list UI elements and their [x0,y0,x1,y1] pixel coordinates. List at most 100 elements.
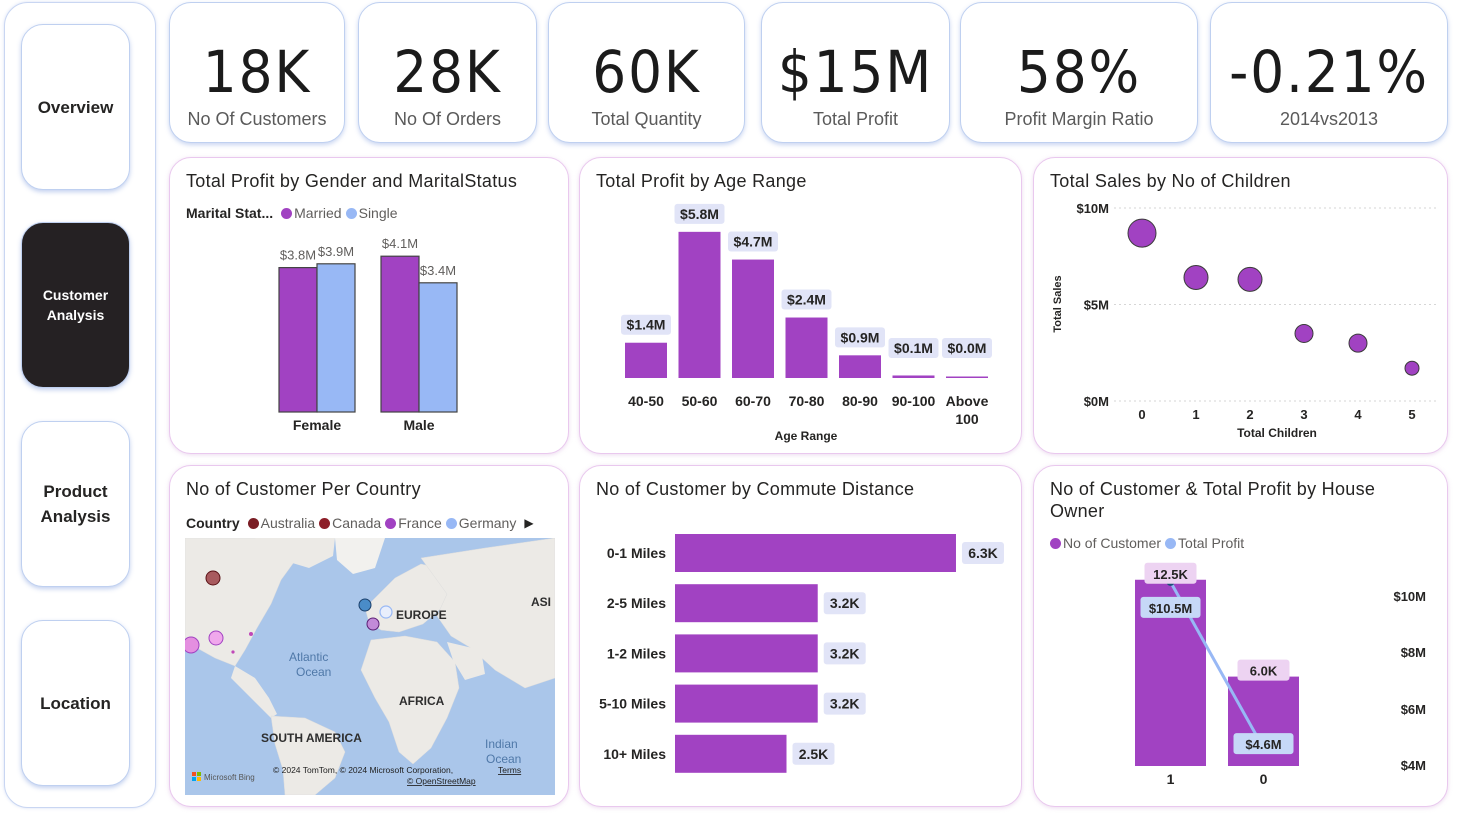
bar-age-3[interactable] [785,317,828,378]
y-tick-label: $0M [1084,394,1109,409]
legend-next-arrow-icon[interactable]: ▶ [524,516,533,530]
map-label-asia: ASI [531,595,551,609]
bar-data-label: $3.8M [280,248,316,263]
bar-data-label: 3.2K [830,595,860,611]
map-label-indian-2: Ocean [486,752,521,766]
kpi-label: Total Quantity [591,109,702,129]
nav-customer-analysis-label: Customer Analysis [42,287,109,323]
house-owner-combo-chart: $10M $8M $6M $4M 1 0 12.5K 6.0K $10.5M $4.6M [1135,562,1426,787]
nav-product-analysis-button[interactable]: Product Analysis [21,421,130,587]
x-tick-label: Female [293,417,341,433]
map-label-africa: AFRICA [399,694,445,708]
kpi-label: Profit Margin Ratio [1004,109,1154,129]
sales-by-children-card: Total Sales by No of Children $0M $5M $10M… [1033,157,1448,454]
customers-per-country-card: No of Customer Per Country Country Austr… [169,465,569,807]
bar-age-5[interactable] [892,375,935,378]
map-point-us-3 [231,650,235,654]
bar-data-label: $3.4M [420,263,456,278]
bar-commute-4[interactable] [675,734,787,773]
map-point-canada [205,570,221,586]
map-label-atlantic-1: Atlantic [289,650,328,664]
customer-data-label: 6.0K [1250,664,1278,679]
x-axis-label: Age Range [775,429,838,443]
bar-data-label: 2.5K [799,746,829,762]
profit-data-label: $10.5M [1149,601,1192,616]
scatter-point-4[interactable] [1348,333,1368,353]
kpi-label: Total Profit [812,109,899,129]
legend-germany: Germany [458,515,517,531]
bar-data-label: 3.2K [830,645,860,661]
nav-overview-button[interactable]: Overview [21,24,130,190]
bar-commute-0[interactable] [675,534,956,572]
world-map[interactable]: EUROPE ASI Atlantic Ocean AFRICA SOUTH A… [185,538,555,795]
bar-data-label: $0.9M [841,329,880,345]
bar-age-0[interactable] [625,342,667,378]
kpi-yoy-card: -0.21% 2014vs2013 [1210,2,1448,143]
x-tick-label: Male [403,417,434,433]
scatter-point-5[interactable] [1404,360,1420,376]
x-tick-label: 90-100 [892,393,936,409]
kpi-value: 28K [393,38,502,106]
nav-location-button[interactable]: Location [21,620,130,786]
chart-title: No of Customer Per Country [186,479,421,499]
scatter-point-1[interactable] [1183,264,1209,290]
bar-data-label: $4.1M [382,236,418,251]
bar-age-6[interactable] [946,376,988,379]
map-point-uk [358,598,372,612]
x-tick-label: 1 [1192,407,1199,422]
kpi-quantity-card: 60K Total Quantity [548,2,745,143]
y2-tick-label: $4M [1401,758,1426,773]
bar-age-2[interactable] [732,259,774,378]
kpi-label: No Of Customers [187,109,327,129]
house-owner-card: No of Customer & Total Profit by House O… [1033,465,1448,807]
kpi-value: 58% [1016,38,1142,106]
bar-data-label: $2.4M [787,292,826,308]
map-osm-link: © OpenStreetMap [407,776,476,786]
nav-product-analysis-label: Product Analysis [40,482,111,526]
bar-data-label: $1.4M [627,317,666,333]
bar-commute-3[interactable] [675,684,818,723]
profit-by-gender-card: Total Profit by Gender and MaritalStatus… [169,157,569,454]
kpi-profit-card: $15M Total Profit [761,2,950,143]
legend-germany-dot [445,517,457,529]
bar-data-label: $5.8M [680,206,719,222]
legend-france: France [398,515,442,531]
bar-male-single[interactable] [418,282,458,413]
bar-male-married[interactable] [380,255,420,413]
legend-france-dot [385,517,397,529]
map-point-us-2 [249,632,253,636]
profit-by-age-card: Total Profit by Age Range $1.4M 40-50 $5.8… [579,157,1022,454]
nav-customer-analysis-button[interactable]: Customer Analysis [21,222,130,388]
gender-bar-chart: $3.8M $3.9M Female $4.1M$3.4M Male [278,236,458,433]
map-label-south-america: SOUTH AMERICA [261,731,362,745]
y-tick-label: $5M [1084,298,1109,313]
kpi-orders-card: 28K No Of Orders [358,2,537,143]
bar-data-label: $3.9M [318,244,354,259]
scatter-point-3[interactable] [1294,323,1314,343]
map-label-atlantic-2: Ocean [296,665,331,679]
scatter-point-2[interactable] [1237,266,1263,292]
bar-female-married[interactable] [278,266,318,413]
y2-tick-label: $8M [1401,645,1426,660]
x-axis-label: Total Children [1237,426,1317,440]
bar-commute-1[interactable] [675,584,818,623]
x-tick-label: 100 [955,411,979,427]
y-tick-label: 10+ Miles [603,746,666,762]
bar-data-label: 3.2K [830,696,860,712]
bar-data-label: $0.1M [894,340,933,356]
map-point-germany [379,605,393,619]
age-bar-chart: $1.4M 40-50 $5.8M 50-60 $4.7M 60-70 $2.4M 70-80… [621,203,992,443]
bar-commute-2[interactable] [675,634,818,673]
x-tick-label: 40-50 [628,393,664,409]
kpi-value: $15M [777,38,934,106]
y2-tick-label: $6M [1401,702,1426,717]
legend-title: Country [186,515,240,531]
y-tick-label: $10M [1076,201,1109,216]
scatter-point-0[interactable] [1127,218,1157,248]
x-tick-label: 4 [1354,407,1362,422]
y-axis-label: Total Sales [1052,275,1064,332]
bar-female-single[interactable] [316,263,356,413]
bar-age-4[interactable] [839,355,881,378]
bar-age-1[interactable] [678,231,721,378]
legend-australia-dot [247,517,259,529]
